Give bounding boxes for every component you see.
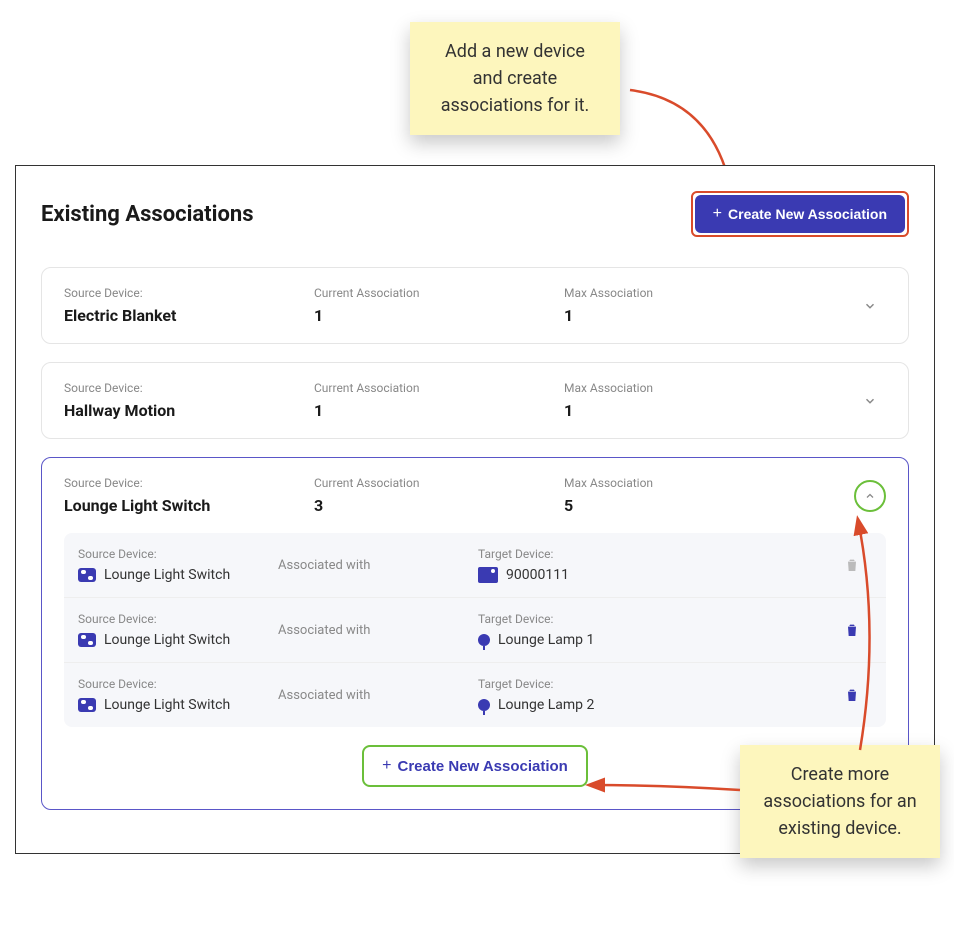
association-card[interactable]: Source Device: Electric Blanket Current … (41, 267, 909, 344)
trash-icon[interactable] (844, 621, 860, 639)
associated-with-label: Associated with (278, 688, 478, 703)
source-device-label: Source Device: (64, 381, 314, 395)
hub-icon (478, 567, 498, 583)
association-row: Source Device: Lounge Light Switch Assoc… (64, 598, 886, 663)
chevron-up-icon[interactable] (854, 480, 886, 512)
chevron-down-icon[interactable] (854, 290, 886, 322)
annotation-note-top: Add a new device and create associations… (410, 22, 620, 135)
source-name: Lounge Light Switch (104, 567, 230, 583)
source-device-value: Lounge Light Switch (64, 496, 314, 515)
switch-icon (78, 633, 96, 647)
target-name: 90000111 (506, 567, 569, 583)
switch-icon (78, 698, 96, 712)
target-device-label: Target Device: (478, 547, 832, 561)
switch-icon (78, 568, 96, 582)
create-top-label: Create New Association (728, 206, 887, 222)
plus-icon: + (382, 757, 391, 775)
source-name: Lounge Light Switch (104, 632, 230, 648)
max-assoc-value: 1 (564, 401, 846, 420)
current-assoc-value: 1 (314, 306, 564, 325)
page-header: Existing Associations + Create New Assoc… (41, 191, 909, 237)
card-header[interactable]: Source Device: Lounge Light Switch Curre… (64, 476, 886, 515)
trash-icon[interactable] (844, 686, 860, 704)
create-association-button-bottom[interactable]: + Create New Association (362, 745, 588, 787)
associated-with-label: Associated with (278, 623, 478, 638)
association-detail-list: Source Device: Lounge Light Switch Assoc… (64, 533, 886, 727)
current-assoc-value: 1 (314, 401, 564, 420)
target-name: Lounge Lamp 1 (498, 632, 594, 648)
create-bottom-label: Create New Association (398, 758, 568, 775)
source-device-label: Source Device: (78, 677, 278, 691)
annotation-note-bottom: Create more associations for an existing… (740, 745, 940, 858)
source-name: Lounge Light Switch (104, 697, 230, 713)
source-device-label: Source Device: (64, 476, 314, 490)
source-device-value: Hallway Motion (64, 401, 314, 420)
max-assoc-label: Max Association (564, 381, 846, 395)
max-assoc-label: Max Association (564, 286, 846, 300)
source-device-value: Electric Blanket (64, 306, 314, 325)
highlight-create-top: + Create New Association (691, 191, 909, 237)
source-device-label: Source Device: (64, 286, 314, 300)
max-assoc-value: 5 (564, 496, 846, 515)
bulb-icon (478, 699, 490, 711)
source-device-label: Source Device: (78, 547, 278, 561)
target-name: Lounge Lamp 2 (498, 697, 594, 713)
target-device-label: Target Device: (478, 612, 832, 626)
current-assoc-value: 3 (314, 496, 564, 515)
annotation-text: Add a new device and create associations… (441, 41, 590, 116)
current-assoc-label: Current Association (314, 476, 564, 490)
annotation-text: Create more associations for an existing… (763, 764, 916, 839)
current-assoc-label: Current Association (314, 286, 564, 300)
create-association-button-top[interactable]: + Create New Association (695, 195, 905, 233)
max-assoc-value: 1 (564, 306, 846, 325)
max-assoc-label: Max Association (564, 476, 846, 490)
current-assoc-label: Current Association (314, 381, 564, 395)
bulb-icon (478, 634, 490, 646)
chevron-down-icon[interactable] (854, 385, 886, 417)
page-title: Existing Associations (41, 202, 254, 227)
association-card[interactable]: Source Device: Hallway Motion Current As… (41, 362, 909, 439)
plus-icon: + (713, 205, 722, 223)
trash-icon[interactable] (844, 556, 860, 574)
source-device-label: Source Device: (78, 612, 278, 626)
target-device-label: Target Device: (478, 677, 832, 691)
association-row: Source Device: Lounge Light Switch Assoc… (64, 663, 886, 727)
associated-with-label: Associated with (278, 558, 478, 573)
association-row: Source Device: Lounge Light Switch Assoc… (64, 533, 886, 598)
